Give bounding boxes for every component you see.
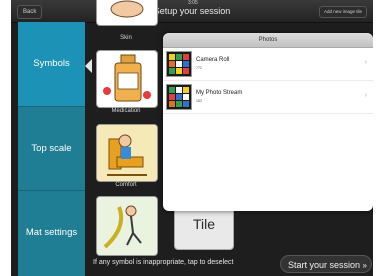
tile-label-skin: Skin bbox=[120, 35, 132, 41]
tile-label-comfort: Comfort bbox=[115, 182, 137, 188]
album-count: 183 bbox=[196, 99, 202, 103]
symbol-tile-comfort[interactable] bbox=[96, 124, 158, 182]
comfort-chair-icon bbox=[97, 125, 157, 181]
album-row-my-photo-stream[interactable]: My Photo Stream 183 › bbox=[163, 81, 373, 114]
album-row-camera-roll[interactable]: Camera Roll 772 › bbox=[163, 48, 373, 81]
chevron-right-icon: › bbox=[364, 59, 367, 66]
album-name: My Photo Stream bbox=[196, 90, 243, 96]
photos-popover: Photos Camera Roll 772 › My Photo Stream… bbox=[163, 33, 373, 211]
symbol-tile-medication[interactable] bbox=[96, 50, 158, 108]
start-session-button[interactable]: Start your session » bbox=[280, 255, 372, 273]
sidebar-item-symbols[interactable]: Symbols bbox=[18, 22, 85, 106]
walking-person-icon bbox=[97, 197, 157, 255]
app-screen: Back 3:05 Setup your session Add new ima… bbox=[11, 0, 373, 276]
sidebar-item-label: Symbols bbox=[33, 58, 70, 69]
skin-icon bbox=[110, 0, 144, 18]
album-name: Camera Roll bbox=[196, 57, 230, 63]
sidebar-item-mat-settings[interactable]: Mat settings bbox=[18, 190, 85, 274]
sidebar-item-label: Top scale bbox=[31, 143, 72, 154]
album-thumbnail bbox=[166, 51, 192, 77]
symbol-tile-skin[interactable] bbox=[96, 0, 158, 26]
sidebar-item-top-scale[interactable]: Top scale bbox=[18, 106, 85, 190]
album-count: 772 bbox=[196, 66, 202, 70]
chevron-right-double-icon: » bbox=[362, 261, 367, 270]
start-session-label: Start your session bbox=[288, 260, 361, 270]
chevron-right-icon: › bbox=[364, 92, 367, 99]
album-thumbnail bbox=[166, 84, 192, 110]
tile-label-medication: Medication bbox=[111, 108, 141, 114]
top-bar: Back 3:05 Setup your session Add new ima… bbox=[11, 0, 373, 23]
add-image-tile-button[interactable]: Add new image tile bbox=[318, 6, 367, 18]
sidebar: Symbols Top scale Mat settings bbox=[18, 22, 85, 276]
medication-bottle-icon bbox=[103, 54, 151, 102]
symbol-tile-walking[interactable] bbox=[96, 196, 158, 256]
sidebar-item-label: Mat settings bbox=[25, 227, 78, 238]
popover-title: Photos bbox=[163, 33, 373, 48]
deselect-hint: If any symbol is inappropriate, tap to d… bbox=[93, 259, 234, 266]
selection-pointer bbox=[85, 59, 92, 73]
